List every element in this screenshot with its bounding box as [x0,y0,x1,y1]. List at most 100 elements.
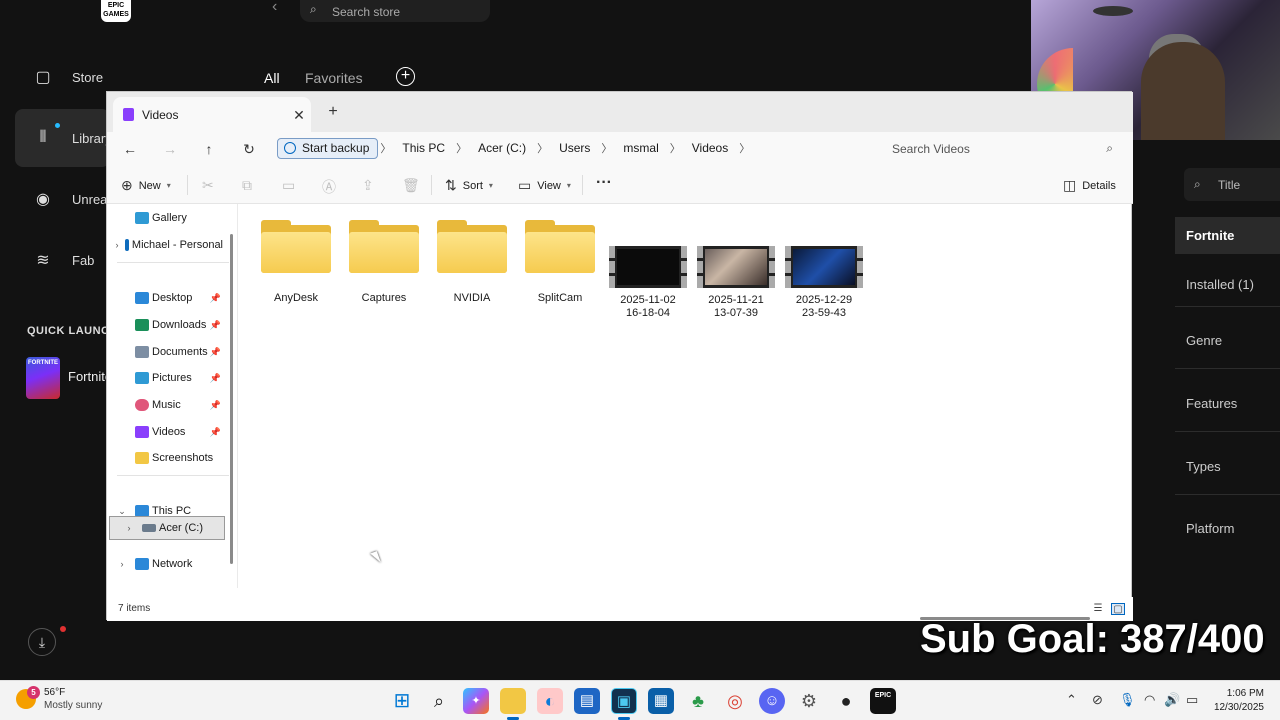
nav-music[interactable]: Music 📌 [107,393,223,417]
breadcrumb-msmal[interactable]: msmal [614,141,667,155]
pin-icon[interactable]: 📌 [210,293,221,304]
pin-icon[interactable]: 📌 [210,347,221,358]
pin-icon[interactable]: 📌 [210,373,221,384]
pin-icon[interactable]: 📌 [210,427,221,438]
filter-features[interactable]: Features [1186,396,1237,411]
windows-start-icon[interactable]: ⊞ [389,688,415,714]
edge-browser-icon[interactable]: ◐ [537,688,563,714]
chevron-right-icon[interactable]: › [115,559,129,569]
chevron-right-icon[interactable]: › [122,523,136,533]
details-view-icon[interactable]: ☰ [1091,603,1105,615]
add-collection-icon[interactable]: + [396,67,415,86]
network-off-icon[interactable]: ⊘ [1092,692,1103,708]
microsoft-store-icon[interactable]: ▤ [574,688,600,714]
back-chevron-icon[interactable]: ‹ [272,0,277,16]
chevron-right-icon[interactable]: 〉 [737,140,752,156]
discord-icon[interactable]: ☺ [759,688,785,714]
search-videos-input[interactable]: Search Videos ⌕ [881,136,1125,162]
close-tab-icon[interactable]: ✕ [289,105,309,125]
epic-games-icon[interactable]: EPIC [870,688,896,714]
filter-types[interactable]: Types [1186,459,1221,474]
weather-widget[interactable]: 5 56°F Mostly sunny [16,686,102,712]
filter-genre[interactable]: Genre [1186,333,1222,348]
rename-button[interactable]: Ⓐ [322,177,336,197]
fortnite-thumbnail[interactable]: FORTNITE [26,357,60,399]
nav-network[interactable]: › Network [107,552,223,576]
pin-icon[interactable]: 📌 [210,320,221,331]
start-backup-button[interactable]: Start backup [277,137,379,159]
app-icon[interactable]: ▣ [611,688,637,714]
video-item[interactable]: 2025-11-21 13-07-39 [692,220,780,320]
downloads-icon[interactable]: ⤓ [28,628,56,656]
sidebar-item-unreal[interactable]: ◉ Unreal [30,184,110,214]
chevron-right-icon[interactable]: 〉 [599,140,614,156]
filter-installed[interactable]: Installed (1) [1186,277,1254,292]
filter-title-input[interactable]: ⌕ Title [1184,168,1280,201]
chrome-icon[interactable]: ◎ [722,688,748,714]
nav-documents[interactable]: Documents 📌 [107,340,223,364]
xbox-icon[interactable]: ♣ [685,688,711,714]
epic-games-logo[interactable]: EPIC GAMES [101,0,131,22]
nav-downloads[interactable]: Downloads 📌 [107,313,223,337]
nav-screenshots[interactable]: Screenshots [107,446,223,470]
image-viewer-icon[interactable]: ▦ [648,688,674,714]
sort-button[interactable]: ⇅ Sort ▾ [445,177,493,194]
video-item[interactable]: 2025-12-29 23-59-43 [780,220,868,320]
details-button[interactable]: ◫ Details [1063,177,1116,194]
copilot-icon[interactable]: ✦ [463,688,489,714]
sidebar-item-fab[interactable]: ≋ Fab [30,245,94,275]
refresh-icon[interactable]: ↻ [237,139,261,159]
paste-button[interactable]: ▭ [282,177,295,194]
obs-icon[interactable]: ● [833,688,859,714]
folder-item[interactable]: NVIDIA [428,220,516,305]
chevron-right-icon[interactable]: › [115,240,119,250]
more-options-button[interactable]: ··· [596,174,612,192]
back-arrow-icon[interactable]: ← [118,139,142,159]
copy-button[interactable]: ⧉ [242,177,252,194]
pin-icon[interactable]: 📌 [210,400,221,411]
store-search-input[interactable]: ⌕ Search store [300,0,490,22]
microphone-icon[interactable]: 🎙 [1119,692,1136,708]
chevron-right-icon[interactable]: 〉 [378,140,393,156]
view-button[interactable]: ▭ View ▾ [518,177,571,194]
nav-drive-acer-c[interactable]: › Acer (C:) [109,516,225,540]
tab-videos[interactable]: Videos ✕ [113,97,311,132]
sidebar-item-library[interactable]: ⫴ Library [30,123,112,153]
wifi-icon[interactable]: ◠ [1144,692,1155,708]
new-button[interactable]: ⊕ New ▾ [121,177,171,194]
sidebar-item-store[interactable]: ▢ Store [30,62,103,92]
nav-pictures[interactable]: Pictures 📌 [107,366,223,390]
folder-item[interactable]: Captures [340,220,428,305]
delete-button[interactable]: 🗑 [402,177,420,194]
chevron-right-icon[interactable]: 〉 [668,140,683,156]
breadcrumb-users[interactable]: Users [550,141,599,155]
forward-arrow-icon[interactable]: → [158,139,182,159]
nav-onedrive[interactable]: › Michael - Personal [107,233,223,257]
tab-favorites[interactable]: Favorites [305,70,363,86]
folder-item[interactable]: AnyDesk [252,220,340,305]
cut-button[interactable]: ✂ [202,177,214,194]
tab-all[interactable]: All [264,70,280,86]
nav-desktop[interactable]: Desktop 📌 [107,286,223,310]
navigation-scrollbar[interactable] [230,234,233,564]
filter-selected-game[interactable]: Fortnite [1175,217,1280,254]
up-arrow-icon[interactable]: ↑ [197,139,221,159]
large-icons-view-icon[interactable]: ▢ [1111,603,1125,615]
search-icon[interactable]: ⌕ [426,688,452,714]
share-button[interactable]: ⇪ [362,177,374,194]
battery-icon[interactable]: ▭ [1186,692,1198,708]
breadcrumb-this-pc[interactable]: This PC [393,141,454,155]
chevron-down-icon[interactable]: ⌄ [115,506,129,517]
chevron-right-icon[interactable]: 〉 [535,140,550,156]
volume-icon[interactable]: 🔊 [1164,692,1180,708]
file-explorer-icon[interactable] [500,688,526,714]
chevron-right-icon[interactable]: 〉 [454,140,469,156]
breadcrumb-videos[interactable]: Videos [683,141,737,155]
settings-gear-icon[interactable]: ⚙ [796,688,822,714]
breadcrumb-acer-c[interactable]: Acer (C:) [469,141,535,155]
folder-item[interactable]: SplitCam [516,220,604,305]
video-item[interactable]: 2025-11-02 16-18-04 [604,220,692,320]
nav-videos[interactable]: Videos 📌 [107,420,223,444]
clock[interactable]: 1:06 PM 12/30/2025 [1214,687,1264,715]
filter-platform[interactable]: Platform [1186,521,1234,536]
